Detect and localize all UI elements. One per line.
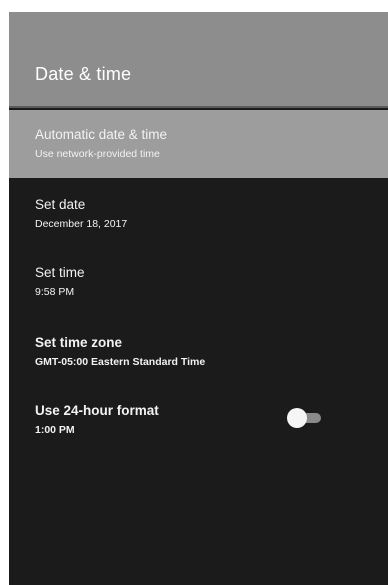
setting-subtitle: Use network-provided time — [35, 148, 160, 160]
setting-subtitle: December 18, 2017 — [35, 218, 128, 230]
setting-subtitle: 1:00 PM — [35, 424, 75, 436]
page-title: Date & time — [35, 64, 132, 84]
setting-subtitle: 9:58 PM — [35, 286, 75, 298]
setting-title: Use 24-hour format — [35, 403, 159, 418]
header: Date & time — [9, 12, 388, 108]
setting-set-time-zone[interactable]: Set time zone GMT-05:00 Eastern Standard… — [9, 334, 388, 388]
setting-subtitle: GMT-05:00 Eastern Standard Time — [35, 356, 206, 368]
use-24-hour-format-toggle[interactable] — [287, 408, 323, 428]
setting-title: Set date — [35, 197, 86, 212]
setting-use-24-hour-format[interactable]: Use 24-hour format 1:00 PM — [9, 402, 388, 456]
setting-set-date[interactable]: Set date December 18, 2017 — [9, 196, 388, 250]
toggle-knob — [287, 408, 307, 428]
setting-set-time[interactable]: Set time 9:58 PM — [9, 264, 388, 318]
setting-automatic-date-time[interactable]: Automatic date & time Use network-provid… — [9, 110, 388, 178]
setting-title: Set time — [35, 265, 85, 280]
setting-title: Set time zone — [35, 335, 123, 350]
setting-title: Automatic date & time — [35, 127, 168, 142]
settings-panel: Date & time Automatic date & time Use ne… — [9, 12, 388, 585]
